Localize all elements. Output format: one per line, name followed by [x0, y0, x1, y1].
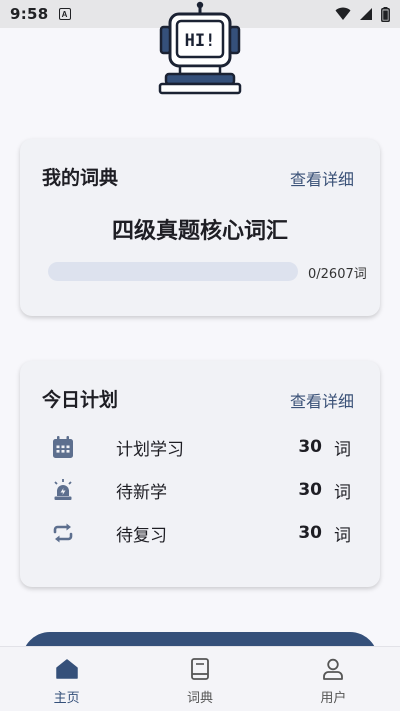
notification-icon: A	[58, 8, 71, 20]
robot-mascot-icon: HI!	[158, 1, 242, 95]
bottom-navigation: 主页 词典 用户	[0, 646, 400, 711]
today-plan-card: 今日计划 查看详细 计划学习 30 词 待新学 30 词 待复习 30 词	[20, 361, 380, 587]
battery-icon	[381, 6, 390, 22]
plan-unit: 词	[334, 525, 351, 546]
view-details-link[interactable]: 查看详细	[290, 166, 354, 190]
status-time: 9:58	[10, 5, 49, 23]
card-title: 今日计划	[42, 389, 119, 411]
robot-screen-text: HI!	[185, 31, 216, 51]
nav-label: 主页	[53, 691, 80, 706]
plan-count: 30	[298, 523, 322, 543]
alarm-light-icon	[52, 479, 74, 501]
card-title: 我的词典	[42, 167, 119, 189]
repeat-icon	[52, 522, 74, 544]
plan-label: 待复习	[116, 525, 167, 546]
status-icons	[335, 6, 390, 22]
view-details-link[interactable]: 查看详细	[290, 388, 354, 412]
nav-item-user[interactable]: 用户	[267, 647, 400, 711]
dictionary-name: 四级真题核心词汇	[111, 219, 288, 244]
plan-unit: 词	[334, 439, 351, 460]
plan-row-new: 待新学 30 词	[20, 470, 380, 510]
user-icon	[323, 658, 344, 680]
plan-unit: 词	[334, 482, 351, 503]
nav-item-dictionary[interactable]: 词典	[133, 647, 266, 711]
plan-count: 30	[298, 437, 322, 457]
progress-bar	[48, 262, 298, 281]
nav-label: 用户	[320, 691, 347, 706]
signal-icon	[360, 8, 372, 20]
calendar-icon	[52, 436, 74, 458]
nav-item-home[interactable]: 主页	[0, 647, 133, 711]
plan-row-planned: 计划学习 30 词	[20, 427, 380, 467]
plan-count: 30	[298, 480, 322, 500]
progress-text: 0/2607词	[308, 267, 367, 282]
plan-label: 计划学习	[116, 439, 184, 460]
plan-row-review: 待复习 30 词	[20, 513, 380, 553]
nav-label: 词典	[186, 691, 213, 706]
book-icon	[191, 658, 209, 680]
home-icon	[55, 659, 78, 679]
my-dictionary-card: 我的词典 查看详细 四级真题核心词汇 0/2607词	[20, 139, 380, 316]
wifi-icon	[335, 7, 351, 20]
plan-label: 待新学	[116, 482, 167, 503]
